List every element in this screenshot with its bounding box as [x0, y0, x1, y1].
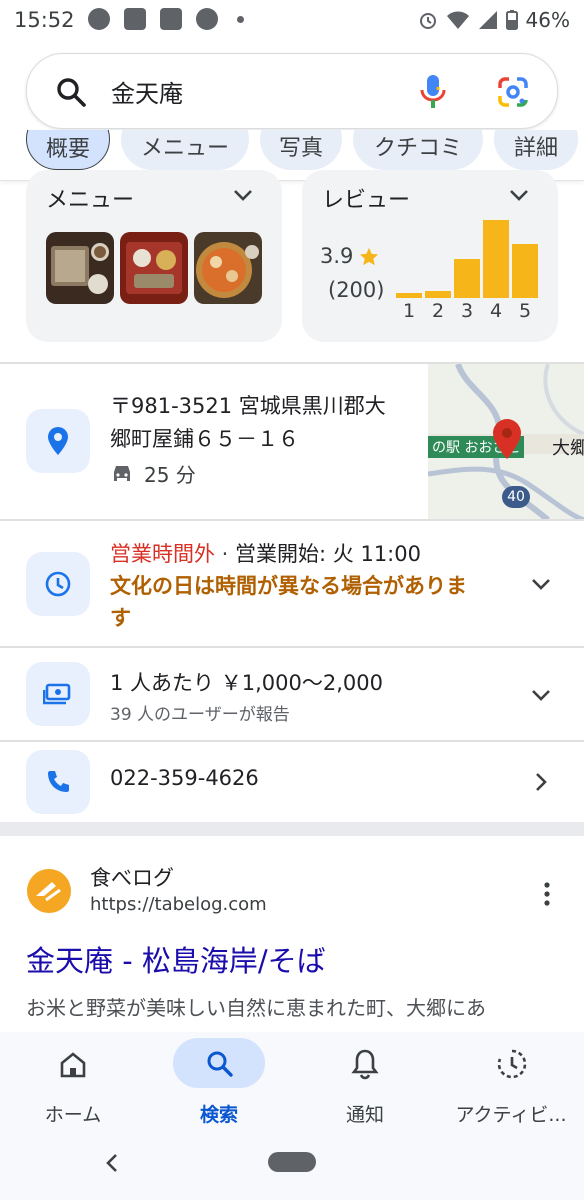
- bottom-navigation: ホーム 検索 通知 アクティビ...: [0, 1032, 584, 1200]
- more-notifications-dot: [237, 16, 244, 23]
- notification-icon: [124, 8, 146, 30]
- nav-notifications-label: 通知: [345, 1104, 384, 1126]
- status-time: 15:52: [14, 8, 75, 32]
- alarm-icon: [419, 13, 436, 29]
- phone-icon-box: [26, 750, 90, 814]
- histogram-bar: [454, 259, 480, 298]
- nav-home-label: ホーム: [44, 1104, 102, 1126]
- location-pin-icon: [48, 427, 68, 455]
- map-label-town: 大郷: [552, 438, 584, 459]
- battery-percent: 46%: [525, 8, 570, 32]
- hours-notice-line-2: す: [110, 606, 131, 630]
- search-icon: [207, 1051, 233, 1077]
- divider: [0, 740, 584, 742]
- hours-opens: 営業開始: 火 11:00: [235, 542, 421, 566]
- car-icon: [114, 466, 130, 481]
- address-line-2[interactable]: 郷町屋鋪６５－１６: [110, 423, 299, 453]
- location-icon-box: [26, 409, 90, 473]
- price-expand-chevron-icon[interactable]: [530, 688, 552, 702]
- map-pin-icon: [493, 419, 521, 459]
- histogram-label: 3: [460, 300, 474, 322]
- chip-details[interactable]: 詳細: [494, 130, 578, 170]
- back-icon[interactable]: [104, 1152, 120, 1174]
- clock-icon: [45, 571, 71, 597]
- histogram-bar: [425, 291, 451, 298]
- chevron-right-icon[interactable]: [534, 771, 548, 793]
- price-subtext: 39 人のユーザーが報告: [110, 705, 290, 725]
- star-icon: [359, 247, 379, 266]
- phone-number[interactable]: 022-359-4626: [110, 766, 259, 790]
- hours-closed: 営業時間外: [110, 542, 215, 566]
- result-snippet: お米と野菜が美味しい自然に恵まれた町、大郷にあ: [26, 996, 486, 1020]
- nav-notifications[interactable]: 通知: [292, 1032, 438, 1142]
- nav-search-label: 検索: [199, 1104, 238, 1126]
- clock-icon-box: [26, 552, 90, 616]
- bell-icon: [351, 1049, 379, 1080]
- histogram-bar: [483, 220, 509, 298]
- histogram-label: 4: [489, 300, 503, 322]
- notification-icon: [160, 8, 182, 30]
- phone-icon: [48, 771, 69, 792]
- rating-histogram: 12345: [396, 214, 542, 332]
- nav-search[interactable]: 検索: [146, 1032, 292, 1142]
- hours-separator: ·: [215, 542, 236, 566]
- price-range[interactable]: 1 人あたり ￥1,000～2,000: [110, 667, 383, 697]
- map-thumbnail[interactable]: の駅 おおさと 大郷 40: [428, 364, 584, 520]
- divider: [0, 646, 584, 648]
- status-right: 46%: [418, 8, 570, 32]
- money-icon: [43, 683, 71, 705]
- wifi-icon: [446, 11, 469, 29]
- status-bar: 15:52 46%: [0, 0, 584, 42]
- result-url[interactable]: https://tabelog.com: [90, 894, 267, 915]
- battery-icon: [505, 10, 518, 30]
- search-input[interactable]: 金天庵: [111, 74, 183, 109]
- notification-icon: [88, 8, 110, 30]
- price-icon-box: [26, 662, 90, 726]
- drive-time: 25 分: [144, 463, 196, 487]
- more-options-icon[interactable]: [543, 882, 551, 906]
- menu-photo[interactable]: [46, 232, 114, 304]
- hours-notice-line-1: 文化の日は時間が異なる場合がありま: [110, 574, 467, 598]
- chip-menu[interactable]: メニュー: [121, 130, 249, 170]
- histogram-label: 2: [431, 300, 445, 322]
- microphone-icon[interactable]: [420, 74, 446, 110]
- home-gesture-pill[interactable]: [268, 1152, 316, 1172]
- histogram-label: 5: [518, 300, 532, 322]
- menu-card[interactable]: メニュー: [26, 170, 282, 342]
- menu-card-title: メニュー: [46, 188, 135, 213]
- result-site-name: 食べログ: [90, 866, 174, 890]
- chevron-down-icon: [234, 190, 252, 201]
- menu-photo[interactable]: [120, 232, 188, 304]
- route-badge: 40: [502, 486, 530, 508]
- result-title-link[interactable]: 金天庵 - 松島海岸/そば: [26, 938, 326, 980]
- nav-activity[interactable]: アクティビ...: [438, 1032, 584, 1142]
- tabelog-favicon: [27, 869, 71, 913]
- chip-reviews[interactable]: クチコミ: [353, 130, 483, 170]
- review-card[interactable]: レビュー 3.9 (200) 12345: [302, 170, 558, 342]
- home-icon: [60, 1052, 86, 1078]
- review-card-title: レビュー: [322, 188, 411, 213]
- chip-overview[interactable]: 概要: [26, 130, 110, 170]
- menu-photo[interactable]: [194, 232, 262, 304]
- hours-expand-chevron-icon[interactable]: [530, 577, 552, 591]
- hours-status[interactable]: 営業時間外 · 営業開始: 火 11:00: [110, 538, 421, 568]
- rating-value: 3.9: [320, 244, 354, 268]
- nav-activity-label: アクティビ...: [455, 1104, 567, 1126]
- notification-icon: [196, 8, 218, 30]
- review-count: (200): [328, 278, 385, 302]
- google-lens-icon[interactable]: [497, 76, 529, 108]
- activity-icon: [497, 1049, 527, 1079]
- histogram-bar: [396, 293, 422, 298]
- search-bar[interactable]: 金天庵: [26, 53, 558, 129]
- section-separator: [0, 822, 584, 836]
- search-icon: [57, 78, 86, 107]
- chevron-down-icon: [510, 190, 528, 201]
- address-line-1[interactable]: 〒981-3521 宮城県黒川郡大: [110, 390, 386, 420]
- histogram-label: 1: [402, 300, 416, 322]
- histogram-bar: [512, 244, 538, 298]
- divider: [0, 519, 584, 521]
- signal-icon: [478, 11, 497, 29]
- chip-photos[interactable]: 写真: [260, 130, 342, 170]
- nav-home[interactable]: ホーム: [0, 1032, 146, 1142]
